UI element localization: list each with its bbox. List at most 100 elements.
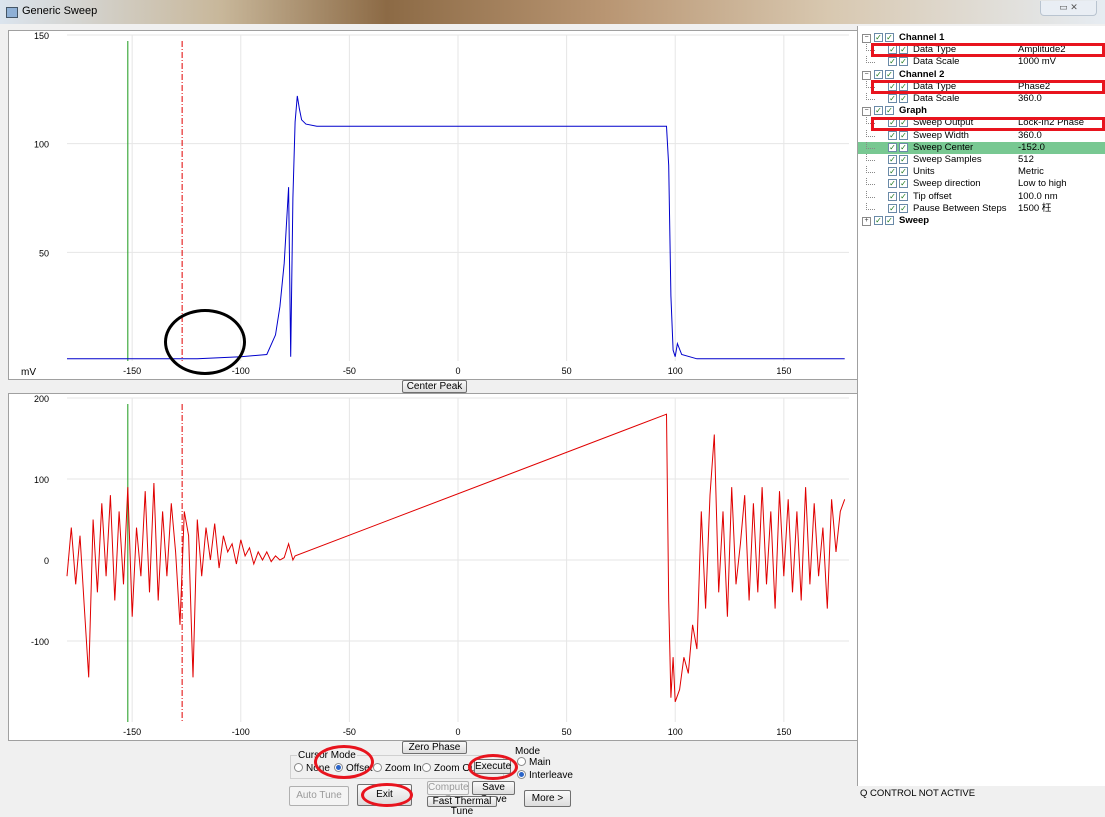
tree-item-label: Data Scale xyxy=(913,93,960,104)
black-annotation-circle xyxy=(164,309,246,375)
red-box-data-type-2 xyxy=(871,80,1105,94)
checkbox-checked-icon[interactable]: ✓ xyxy=(888,179,897,189)
tree-group-row[interactable]: − ✓ ✓ Graph xyxy=(858,105,1105,117)
checkbox-checked-icon[interactable]: ✓ xyxy=(888,130,897,140)
x-tick-label: 150 xyxy=(776,366,791,376)
checkbox-checked-icon[interactable]: ✓ xyxy=(899,130,908,140)
y-tick-label: 100 xyxy=(34,475,49,485)
checkbox-checked-icon[interactable]: ✓ xyxy=(899,203,908,213)
save-curve-button[interactable]: Save Curve xyxy=(472,781,515,805)
tree-param-row[interactable]: ✓ ✓ Sweep Width 360.0 xyxy=(858,129,1105,142)
mode-main-radio[interactable]: Main xyxy=(517,757,551,769)
tree-item-label: Graph xyxy=(899,105,927,117)
tree-item-value[interactable]: 360.0 xyxy=(1018,130,1042,142)
tree-connector xyxy=(866,190,875,198)
checkbox-checked-icon[interactable]: ✓ xyxy=(874,33,883,42)
mode-interleave-radio[interactable]: Interleave xyxy=(517,770,573,782)
y-tick-label: -100 xyxy=(31,637,49,647)
tree-group-row[interactable]: + ✓ ✓ Sweep xyxy=(858,215,1105,227)
checkbox-checked-icon[interactable]: ✓ xyxy=(874,69,883,79)
checkbox-checked-icon[interactable]: ✓ xyxy=(888,142,897,152)
tree-item-value[interactable]: 100.0 nm xyxy=(1018,191,1058,203)
x-tick-label: -50 xyxy=(343,366,356,376)
tree-param-row[interactable]: ✓ ✓ Data Scale 1000 mV xyxy=(858,56,1105,68)
y-axis-label: mV xyxy=(21,367,36,378)
checkbox-checked-icon[interactable]: ✓ xyxy=(888,155,897,164)
center-peak-button[interactable]: Center Peak xyxy=(402,380,467,393)
checkbox-checked-icon[interactable]: ✓ xyxy=(899,57,908,67)
checkbox-checked-icon[interactable]: ✓ xyxy=(874,216,883,225)
collapse-icon[interactable]: − xyxy=(862,70,871,80)
red-box-sweep-output xyxy=(871,117,1105,131)
radio-circle xyxy=(373,763,382,772)
y-tick-label: 150 xyxy=(34,31,49,41)
tree-param-row[interactable]: ✓ ✓ Sweep Samples 512 xyxy=(858,154,1105,166)
tree-param-row[interactable]: ✓ ✓ Sweep Center -152.0 xyxy=(858,141,1105,154)
tree-item-label: Data Scale xyxy=(913,56,960,68)
checkbox-checked-icon[interactable]: ✓ xyxy=(885,106,894,116)
radio-circle-selected xyxy=(517,770,526,779)
x-tick-label: -50 xyxy=(343,727,356,737)
checkbox-checked-icon[interactable]: ✓ xyxy=(888,57,897,67)
parameter-tree[interactable]: − ✓ ✓ Channel 1 ✓ ✓ Data Type Amplitude2 ✓ ✓ Data … xyxy=(857,26,1105,786)
checkbox-checked-icon[interactable]: ✓ xyxy=(899,142,908,152)
tree-item-label: Tip offset xyxy=(913,190,952,202)
checkbox-checked-icon[interactable]: ✓ xyxy=(888,191,897,201)
phase-chart[interactable]: -150 -100 -50 0 50 100 150 -100 0 100 200 xyxy=(9,394,857,740)
more-button[interactable]: More > xyxy=(524,790,571,807)
phase-chart-panel: -150 -100 -50 0 50 100 150 -100 0 100 200 xyxy=(8,393,858,741)
checkbox-checked-icon[interactable]: ✓ xyxy=(885,69,894,79)
tree-param-row[interactable]: ✓ ✓ Data Scale 360.0 xyxy=(858,93,1105,105)
tree-item-label: Units xyxy=(913,166,935,178)
tree-param-row[interactable]: ✓ ✓ Pause Between Steps 1500 枉 xyxy=(858,202,1105,215)
red-annotation-execute xyxy=(468,754,518,780)
tree-item-value[interactable]: 1000 mV xyxy=(1018,56,1056,68)
tree-connector xyxy=(866,202,875,210)
y-tick-label: 100 xyxy=(34,140,49,150)
expand-icon[interactable]: + xyxy=(862,217,871,226)
tree-item-label: Sweep direction xyxy=(913,178,981,190)
amplitude-chart[interactable]: -150 -100 -50 0 50 100 150 50 100 150 mV xyxy=(9,31,857,379)
checkbox-checked-icon[interactable]: ✓ xyxy=(899,94,908,103)
checkbox-checked-icon[interactable]: ✓ xyxy=(899,191,908,201)
checkbox-checked-icon[interactable]: ✓ xyxy=(888,167,897,177)
tree-item-label: Sweep Width xyxy=(913,129,969,141)
tree-param-row[interactable]: ✓ ✓ Units Metric xyxy=(858,166,1105,178)
fast-thermal-tune-button[interactable]: Fast Thermal Tune xyxy=(427,796,497,817)
collapse-icon[interactable]: − xyxy=(862,107,871,117)
tree-item-value[interactable]: 360.0 xyxy=(1018,93,1042,105)
x-tick-label: -150 xyxy=(123,366,141,376)
compute-q-button[interactable]: Compute Q xyxy=(427,781,469,805)
tree-connector xyxy=(866,56,875,64)
tree-item-value[interactable]: 512 xyxy=(1018,154,1034,166)
tree-item-label: Channel 2 xyxy=(899,68,945,80)
auto-tune-button[interactable]: Auto Tune xyxy=(289,786,349,806)
x-tick-label: -100 xyxy=(232,366,250,376)
mode-label: Mode xyxy=(515,746,541,757)
series-line xyxy=(66,413,846,702)
zero-phase-button[interactable]: Zero Phase xyxy=(402,741,467,754)
checkbox-checked-icon[interactable]: ✓ xyxy=(899,179,908,189)
x-tick-label: 0 xyxy=(455,366,460,376)
checkbox-checked-icon[interactable]: ✓ xyxy=(888,203,897,213)
collapse-icon[interactable]: − xyxy=(862,34,871,43)
cursor-mode-zoom-in-radio[interactable]: Zoom In xyxy=(373,763,422,775)
checkbox-checked-icon[interactable]: ✓ xyxy=(885,216,894,225)
checkbox-checked-icon[interactable]: ✓ xyxy=(874,106,883,116)
tree-item-value[interactable]: Metric xyxy=(1018,166,1044,178)
tree-item-value[interactable]: 1500 枉 xyxy=(1018,203,1051,215)
checkbox-checked-icon[interactable]: ✓ xyxy=(899,155,908,164)
window-controls[interactable]: ▭ ✕ xyxy=(1040,1,1097,16)
radio-circle xyxy=(517,757,526,766)
tree-group-row[interactable]: − ✓ ✓ Channel 2 xyxy=(858,69,1105,81)
checkbox-checked-icon[interactable]: ✓ xyxy=(899,167,908,177)
tree-item-value[interactable]: -152.0 xyxy=(1018,142,1045,154)
tree-param-row[interactable]: ✓ ✓ Tip offset 100.0 nm xyxy=(858,190,1105,203)
tree-param-row[interactable]: ✓ ✓ Sweep direction Low to high xyxy=(858,178,1105,190)
x-tick-label: 0 xyxy=(455,727,460,737)
checkbox-checked-icon[interactable]: ✓ xyxy=(885,33,894,42)
x-tick-label: 150 xyxy=(776,727,791,737)
app-icon xyxy=(6,7,18,18)
checkbox-checked-icon[interactable]: ✓ xyxy=(888,94,897,103)
tree-item-value[interactable]: Low to high xyxy=(1018,178,1067,190)
